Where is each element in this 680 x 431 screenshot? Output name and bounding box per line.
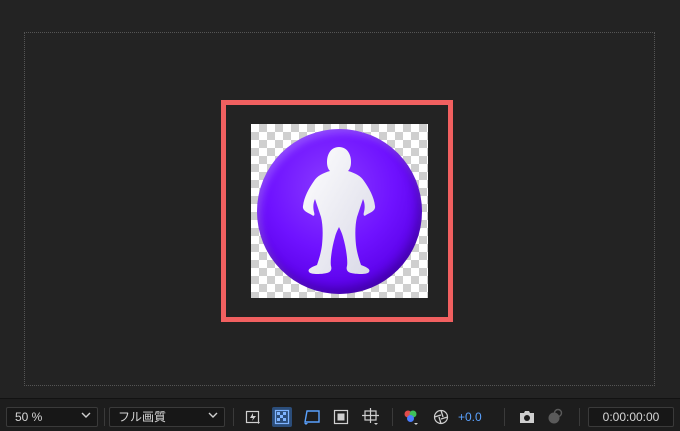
mask-visibility-button[interactable] [331,407,351,427]
toolbar-divider [233,408,234,426]
composition-canvas-transparency-grid [251,124,428,298]
snapshot-camera-icon [520,411,534,423]
fast-previews-icon [245,410,260,424]
reset-exposure-button[interactable] [431,407,451,427]
toolbar-divider [579,408,580,426]
toolbar-divider [504,408,505,426]
chevron-down-icon [208,412,218,418]
figure-badge-graphic [257,129,422,294]
standing-figure-icon [302,147,376,274]
take-snapshot-button[interactable] [517,407,537,427]
reset-exposure-icon [433,409,449,425]
toolbar-divider [392,408,393,426]
region-of-interest-icon [304,410,320,425]
color-channels-button[interactable] [401,407,421,427]
resolution-value: フル画質 [118,410,167,424]
current-time-display[interactable]: 0:00:00:00 [588,407,674,427]
viewer-toolbar: 50 % フル画質 +0.0 0:00:00:00 [0,398,680,431]
toolbar-divider [104,408,105,426]
show-snapshot-icon [548,408,563,424]
zoom-dropdown[interactable]: 50 % [6,407,98,427]
transparency-grid-button[interactable] [272,407,292,427]
show-snapshot-button[interactable] [545,407,565,427]
mask-visibility-icon [333,409,349,425]
region-of-interest-button[interactable] [302,407,322,427]
guides-grid-icon [362,408,379,425]
guides-grid-button[interactable] [361,407,381,427]
zoom-value: 50 % [15,410,43,424]
transparency-grid-icon [274,409,290,425]
composition-viewer[interactable] [0,0,680,398]
resolution-dropdown[interactable]: フル画質 [109,407,225,427]
chevron-down-icon [81,412,91,418]
exposure-value[interactable]: +0.0 [458,408,482,426]
fast-previews-button[interactable] [243,407,263,427]
color-channels-icon [404,410,418,425]
